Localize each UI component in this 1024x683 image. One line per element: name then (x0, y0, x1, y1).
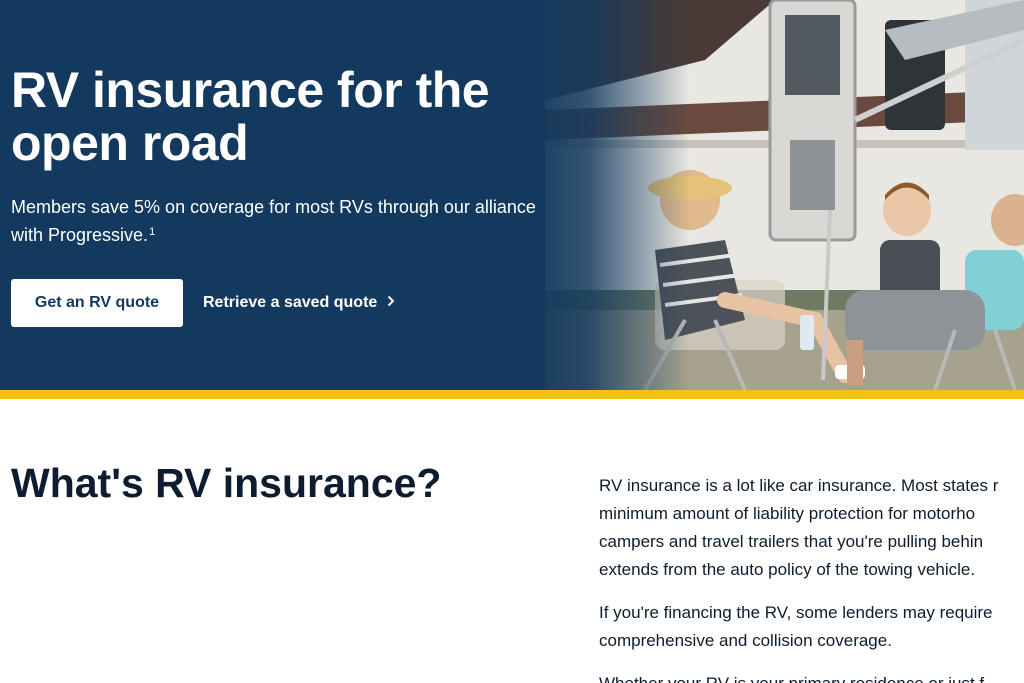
get-rv-quote-button[interactable]: Get an RV quote (11, 279, 183, 327)
chevron-right-icon (387, 294, 395, 312)
paragraph-line: minimum amount of liability protection f… (599, 504, 976, 523)
hero-title-line1: RV insurance for the (11, 62, 490, 118)
hero-subtitle: Members save 5% on coverage for most RVs… (11, 193, 556, 249)
hero-title-line2: open road (11, 115, 249, 171)
hero-subtitle-text: Members save 5% on coverage for most RVs… (11, 197, 536, 245)
accent-band (0, 390, 1024, 399)
paragraph-line: If you're financing the RV, some lenders… (599, 603, 993, 622)
retrieve-saved-quote-label: Retrieve a saved quote (203, 294, 378, 311)
paragraph-2: If you're financing the RV, some lenders… (599, 599, 1024, 655)
paragraph-1: RV insurance is a lot like car insurance… (599, 472, 1024, 584)
section-body: RV insurance is a lot like car insurance… (599, 472, 1024, 683)
footnote-marker[interactable]: 1 (149, 226, 155, 238)
paragraph-line: extends from the auto policy of the towi… (599, 560, 976, 579)
paragraph-line: RV insurance is a lot like car insurance… (599, 476, 999, 495)
retrieve-saved-quote-link[interactable]: Retrieve a saved quote (203, 291, 395, 315)
hero-banner: RV insurance for the open road Members s… (0, 0, 1024, 390)
paragraph-line: comprehensive and collision coverage. (599, 631, 892, 650)
paragraph-line: Whether your RV is your primary residenc… (599, 674, 984, 683)
paragraph-line: campers and travel trailers that you're … (599, 532, 984, 551)
paragraph-3: Whether your RV is your primary residenc… (599, 670, 1024, 683)
section-title: What's RV insurance? (11, 460, 442, 506)
hero-title: RV insurance for the open road (11, 64, 531, 170)
